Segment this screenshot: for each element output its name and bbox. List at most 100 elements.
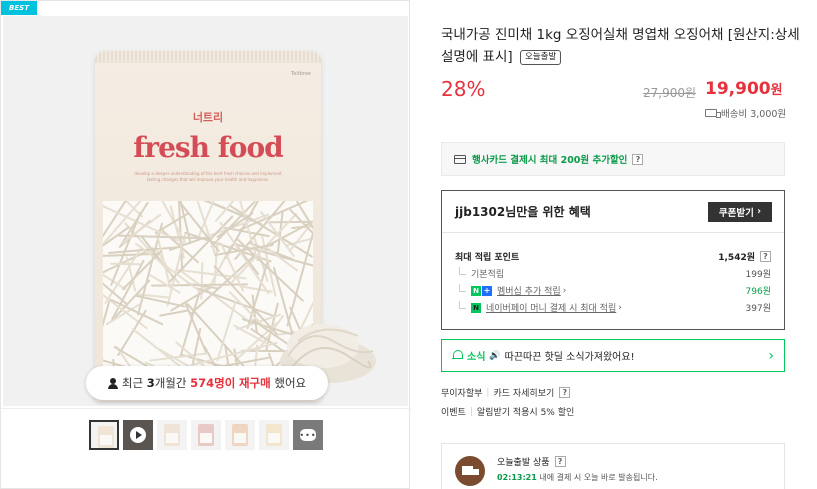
alert-text: 따끈따끈 핫딜 소식가져왔어요! — [504, 352, 635, 363]
gallery-divider — [1, 408, 411, 409]
max-points-value: 1,542원 ? — [718, 250, 771, 263]
product-gallery: BEST Teltbree 너트리 fresh food develop a d… — [0, 0, 411, 489]
membership-points-label[interactable]: N + 멤버십 추가 적립 › — [455, 284, 566, 297]
bag-description: develop a deeper understanding of the be… — [134, 171, 282, 182]
sale-price: 19,900원 — [705, 79, 783, 99]
thumbnail-bag — [266, 424, 282, 446]
speaker-icon: 🔊 — [489, 350, 501, 361]
chevron-right-icon: › — [562, 285, 567, 296]
today-shipping-title-text: 오늘출발 상품 — [497, 458, 550, 468]
max-points-amount: 1,542원 — [718, 253, 755, 263]
credit-card-icon — [454, 154, 466, 164]
coupon-button[interactable]: 쿠폰받기 › — [708, 201, 772, 222]
squid-strand — [158, 309, 189, 318]
shipping-fee: 배송비 3,000원 — [705, 106, 786, 120]
person-icon — [107, 377, 118, 389]
today-shipping-sub-text: 내에 결제 시 오늘 바로 발송됩니다. — [539, 473, 658, 482]
card-discount-banner[interactable]: 행사카드 결제시 최대 200원 추가할인 ? — [441, 142, 785, 176]
bag-brand-tag: Teltbree — [291, 71, 311, 77]
naverpay-points-text: 네이버페이 머니 결제 시 최대 적립 — [486, 304, 617, 314]
today-shipping-chip: 오늘출발 — [519, 50, 562, 65]
help-icon[interactable]: ? — [559, 387, 571, 398]
naverpay-points-value: 397원 — [745, 304, 771, 314]
chevron-right-icon: › — [757, 206, 762, 217]
thumbnail-more[interactable]: ••• — [293, 420, 323, 450]
benefit-header: jjb1302님만을 위한 혜택 쿠폰받기 › — [442, 191, 784, 233]
event-label: 이벤트 — [441, 408, 466, 418]
thumbnail-6[interactable] — [259, 420, 289, 450]
max-points-row: 최대 적립 포인트 1,542원 ? — [455, 248, 771, 265]
naverpay-points-label[interactable]: N 네이버페이 머니 결제 시 최대 적립 › — [455, 301, 622, 314]
original-price: 27,900원 — [643, 86, 697, 100]
more-dots-icon: ••• — [299, 429, 317, 441]
delivery-truck-icon — [455, 456, 485, 486]
bag-title: fresh food — [133, 131, 283, 164]
naverpay-icon: N — [471, 302, 481, 313]
basic-points-value: 199원 — [745, 270, 771, 280]
alert-label: 소식 — [467, 352, 486, 363]
membership-points-value: 796원 — [745, 287, 771, 297]
help-icon[interactable]: ? — [760, 251, 771, 262]
shipping-fee-text: 배송비 3,000원 — [721, 109, 787, 120]
repurchase-suffix: 했어요 — [274, 376, 307, 390]
chevron-right-icon: › — [768, 348, 774, 364]
thumbnail-3[interactable] — [157, 420, 187, 450]
repurchase-months: 3 — [146, 376, 155, 390]
repurchase-months-unit: 개월간 — [154, 376, 187, 390]
bag-logo: 너트리 — [192, 111, 224, 124]
countdown-time: 02:13:21 — [497, 473, 537, 482]
sale-price-unit: 원 — [770, 83, 783, 98]
help-icon[interactable]: ? — [632, 153, 644, 165]
sale-price-value: 19,900 — [705, 79, 771, 99]
plus-icon: + — [482, 285, 492, 296]
product-title-text: 국내가공 진미채 1kg 오징어실채 명엽채 오징어채 [원산지:상세설명에 표… — [441, 27, 800, 65]
benefit-title: jjb1302님만을 위한 혜택 — [455, 205, 591, 219]
installment-line: 무이자할부 | 카드 자세히보기 ? — [441, 386, 571, 399]
main-product-image[interactable]: Teltbree 너트리 fresh food develop a deeper… — [3, 16, 408, 406]
coupon-button-label: 쿠폰받기 — [718, 207, 754, 219]
thumbnail-4[interactable] — [191, 420, 221, 450]
separator: | — [486, 387, 490, 398]
card-discount-text: 행사카드 결제시 최대 200원 추가할인 — [472, 155, 628, 166]
help-icon[interactable]: ? — [554, 456, 566, 467]
today-shipping-sub: 02:13:21 내에 결제 시 오늘 바로 발송됩니다. — [497, 472, 658, 483]
news-alert-banner[interactable]: 소식 🔊 따끈따끈 핫딜 소식가져왔어요! › — [441, 339, 785, 372]
repurchase-count: 574명이 — [190, 376, 236, 390]
thumbnail-bag — [232, 424, 248, 446]
thumbnail-bag — [98, 426, 114, 448]
play-icon — [130, 427, 146, 443]
event-line: 이벤트 | 알림받기 적용시 5% 할인 — [441, 405, 575, 419]
repurchase-banner: 최근 3 개월간 574명이 재구매 했어요 — [86, 366, 328, 400]
repurchase-prefix: 최근 — [121, 376, 144, 390]
squid-strand — [110, 262, 142, 266]
thumbnail-5[interactable] — [225, 420, 255, 450]
thumbnail-bag — [198, 424, 214, 446]
today-shipping-title: 오늘출발 상품 ? — [497, 455, 566, 468]
installment-label: 무이자할부 — [441, 389, 483, 399]
max-points-label: 최대 적립 포인트 — [455, 253, 520, 263]
basic-points-row: 기본적립 199원 — [455, 265, 771, 282]
membership-points-row[interactable]: N + 멤버십 추가 적립 › 796원 — [455, 282, 771, 299]
bell-icon — [452, 350, 463, 361]
thumbnail-strip: ••• — [89, 420, 323, 450]
naverpay-points-row[interactable]: N 네이버페이 머니 결제 시 최대 적립 › 397원 — [455, 299, 771, 316]
chevron-right-icon: › — [618, 302, 622, 313]
discount-rate: 28% — [441, 77, 486, 101]
member-benefit-box: jjb1302님만을 위한 혜택 쿠폰받기 › 최대 적립 포인트 1,542원… — [441, 190, 785, 330]
thumbnail-video[interactable] — [123, 420, 153, 450]
product-title: 국내가공 진미채 1kg 오징어실채 명엽채 오징어채 [원산지:상세설명에 표… — [441, 24, 801, 68]
squid-strand — [193, 201, 217, 257]
best-badge: BEST — [1, 1, 37, 15]
bag-zipper — [95, 51, 321, 63]
membership-points-text: 멤버십 추가 적립 — [497, 287, 561, 297]
card-details-link[interactable]: 카드 자세히보기 — [493, 386, 554, 399]
benefit-rows: 최대 적립 포인트 1,542원 ? 기본적립 199원 N + 멤버십 추가 … — [442, 233, 784, 316]
today-shipping-box: 오늘출발 상품 ? 02:13:21 내에 결제 시 오늘 바로 발송됩니다. — [441, 443, 785, 489]
repurchase-action: 재구매 — [238, 376, 271, 390]
naver-n-icon: N — [471, 285, 481, 296]
basic-points-label: 기본적립 — [455, 267, 504, 280]
event-text: 알림받기 적용시 5% 할인 — [476, 408, 575, 418]
thumbnail-bag — [164, 424, 180, 446]
thumbnail-1[interactable] — [89, 420, 119, 450]
truck-icon — [705, 109, 721, 118]
